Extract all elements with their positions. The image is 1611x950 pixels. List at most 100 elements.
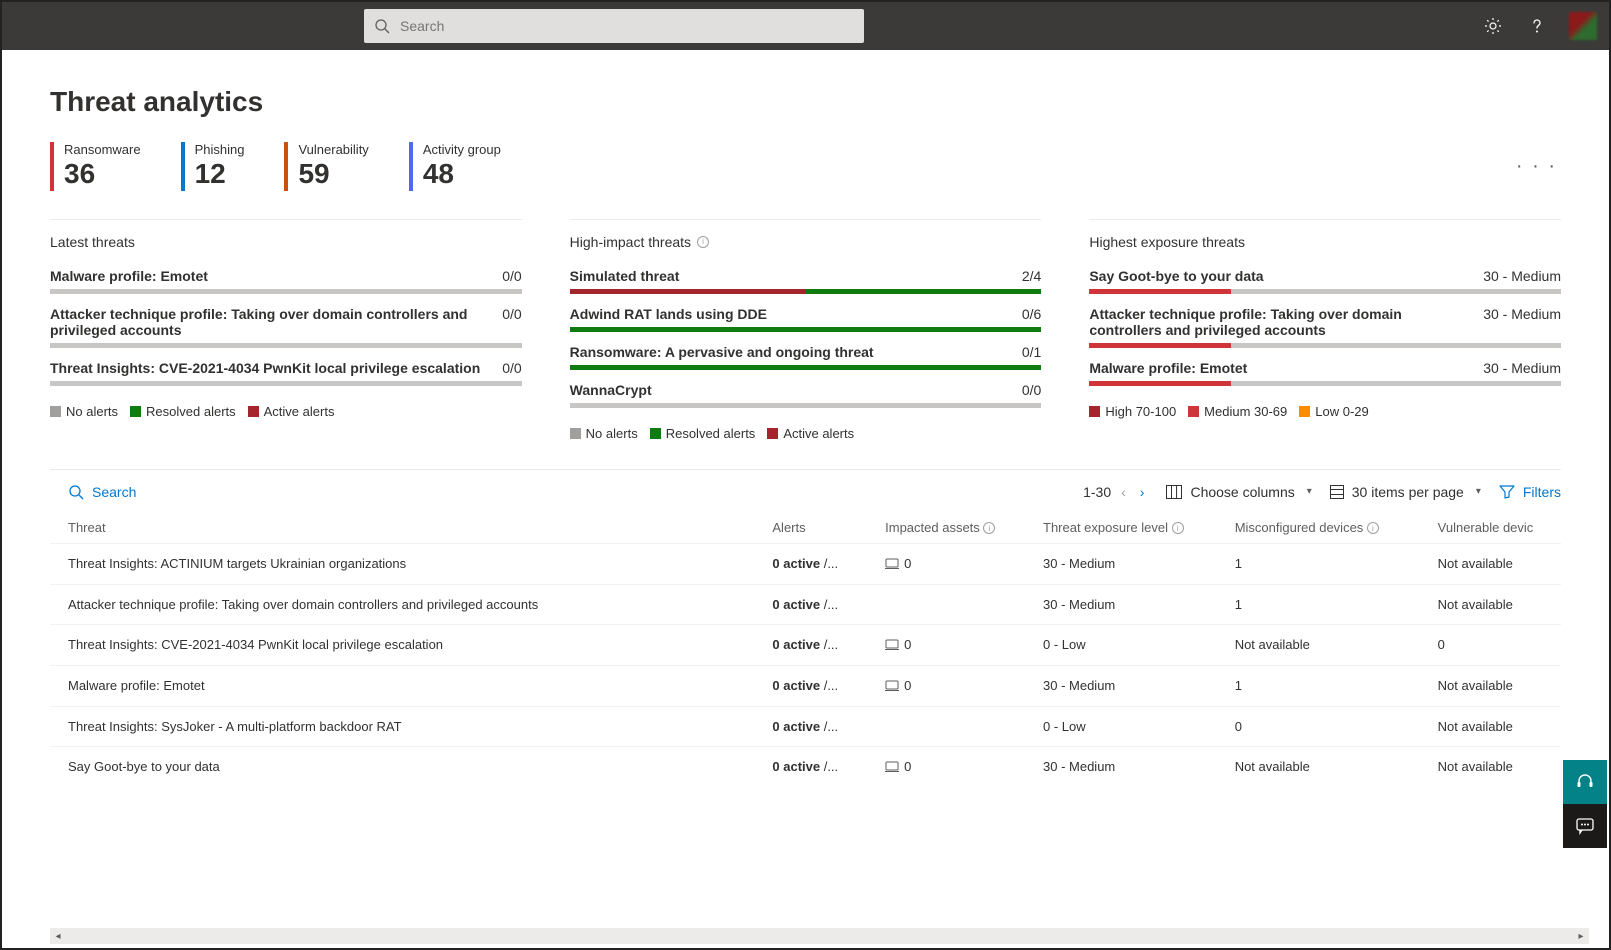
threat-name: Attacker technique profile: Taking over … [1089,306,1467,338]
cell-vulnerable: Not available [1426,746,1561,783]
chevron-down-icon: ▾ [1307,486,1312,497]
legend-item: Resolved alerts [130,404,236,419]
column-header[interactable]: Threat [50,512,760,543]
legend-swatch [248,406,259,417]
threat-row[interactable]: Say Goot-bye to your data30 - Medium [1089,268,1561,294]
info-icon[interactable]: i [697,236,709,248]
panel-title-exposure: Highest exposure threats [1089,234,1561,250]
kpi-value: 12 [195,157,245,191]
threat-name: Malware profile: Emotet [1089,360,1467,376]
info-icon[interactable]: i [1172,522,1184,534]
filter-icon [1499,485,1515,499]
chat-button[interactable] [1563,804,1607,848]
gear-icon [1483,16,1503,36]
scroll-left-button[interactable]: ◂ [50,928,66,944]
threat-name: Ransomware: A pervasive and ongoing thre… [570,344,1006,360]
column-header[interactable]: Misconfigured devices i [1223,512,1426,543]
kpi-phishing[interactable]: Phishing12 [181,142,245,191]
device-icon [885,680,899,691]
cell-alerts: 0 active /... [760,543,873,584]
list-icon [1330,485,1344,499]
legend-item: Resolved alerts [650,426,756,441]
cell-vulnerable: 0 [1426,624,1561,665]
info-icon[interactable]: i [1367,522,1379,534]
progress-bar [570,327,1042,332]
cell-misconfigured: 0 [1223,706,1426,746]
cell-exposure: 0 - Low [1031,624,1223,665]
pager-next-button[interactable]: › [1136,484,1149,500]
threat-name: Adwind RAT lands using DDE [570,306,1006,322]
global-search-input[interactable] [398,17,854,35]
threat-row[interactable]: Threat Insights: CVE-2021-4034 PwnKit lo… [50,360,522,386]
pager-prev-button[interactable]: ‹ [1117,484,1130,500]
table-search-button[interactable]: Search [68,484,136,500]
panel-title-high-impact: High-impact threats i [570,234,1042,250]
threat-row[interactable]: Attacker technique profile: Taking over … [1089,306,1561,348]
cell-assets: 0 [873,665,1031,706]
cell-assets [873,706,1031,746]
feedback-button[interactable] [1563,760,1607,804]
column-header[interactable]: Vulnerable devic [1426,512,1561,543]
table-row[interactable]: Threat Insights: CVE-2021-4034 PwnKit lo… [50,624,1561,665]
threat-value: 30 - Medium [1483,306,1561,338]
legend-label: High 70-100 [1105,404,1176,419]
cell-threat: Threat Insights: SysJoker - A multi-plat… [50,706,760,746]
device-icon [885,761,899,772]
panel-latest-threats: Latest threats Malware profile: Emotet0/… [50,219,522,441]
global-search[interactable] [364,9,864,43]
cell-threat: Threat Insights: ACTINIUM targets Ukrain… [50,543,760,584]
threat-row[interactable]: Adwind RAT lands using DDE0/6 [570,306,1042,332]
threat-row[interactable]: Malware profile: Emotet30 - Medium [1089,360,1561,386]
column-header[interactable]: Alerts [760,512,873,543]
threat-row[interactable]: Ransomware: A pervasive and ongoing thre… [570,344,1042,370]
page-title: Threat analytics [50,86,1561,118]
table-row[interactable]: Say Goot-bye to your data 0 active /... … [50,746,1561,783]
threat-row[interactable]: Simulated threat2/4 [570,268,1042,294]
column-header[interactable]: Threat exposure level i [1031,512,1223,543]
kpi-vulnerability[interactable]: Vulnerability59 [284,142,368,191]
items-per-page-button[interactable]: 30 items per page ▾ [1330,484,1481,500]
threat-row[interactable]: Malware profile: Emotet0/0 [50,268,522,294]
cell-misconfigured: Not available [1223,746,1426,783]
threat-row[interactable]: WannaCrypt0/0 [570,382,1042,408]
table-search-label: Search [92,484,136,500]
legend-label: Active alerts [783,426,854,441]
scroll-right-button[interactable]: ▸ [1573,928,1589,944]
help-button[interactable] [1525,14,1549,38]
info-icon[interactable]: i [983,522,995,534]
threat-name: Say Goot-bye to your data [1089,268,1467,284]
table-row[interactable]: Threat Insights: ACTINIUM targets Ukrain… [50,543,1561,584]
progress-bar [1089,343,1561,348]
cell-threat: Say Goot-bye to your data [50,746,760,783]
table-row[interactable]: Attacker technique profile: Taking over … [50,584,1561,624]
kpi-activity-group[interactable]: Activity group48 [409,142,501,191]
horizontal-scrollbar[interactable]: ◂ ▸ [50,928,1589,944]
assets-count: 0 [904,637,911,652]
threat-row[interactable]: Attacker technique profile: Taking over … [50,306,522,348]
progress-bar [1089,381,1561,386]
legend-item: Low 0-29 [1299,404,1368,419]
choose-columns-button[interactable]: Choose columns ▾ [1166,484,1311,500]
kpi-label: Phishing [195,142,245,157]
column-header[interactable]: Impacted assets i [873,512,1031,543]
cell-misconfigured: 1 [1223,665,1426,706]
app-topbar [2,2,1609,50]
kpi-ransomware[interactable]: Ransomware36 [50,142,141,191]
user-avatar[interactable] [1569,12,1597,40]
threat-name: WannaCrypt [570,382,1006,398]
settings-button[interactable] [1481,14,1505,38]
table-row[interactable]: Malware profile: Emotet 0 active /... 0 … [50,665,1561,706]
panel-highest-exposure-threats: Highest exposure threats Say Goot-bye to… [1089,219,1561,441]
more-actions-button[interactable]: · · · [1516,155,1561,178]
legend-label: No alerts [66,404,118,419]
filters-button[interactable]: Filters [1499,484,1561,500]
cell-misconfigured: Not available [1223,624,1426,665]
legend-label: Resolved alerts [666,426,756,441]
device-icon [885,639,899,650]
legend-item: Active alerts [248,404,335,419]
table-row[interactable]: Threat Insights: SysJoker - A multi-plat… [50,706,1561,746]
cell-exposure: 30 - Medium [1031,543,1223,584]
cell-alerts: 0 active /... [760,746,873,783]
chat-icon [1575,816,1595,836]
progress-bar [570,403,1042,408]
